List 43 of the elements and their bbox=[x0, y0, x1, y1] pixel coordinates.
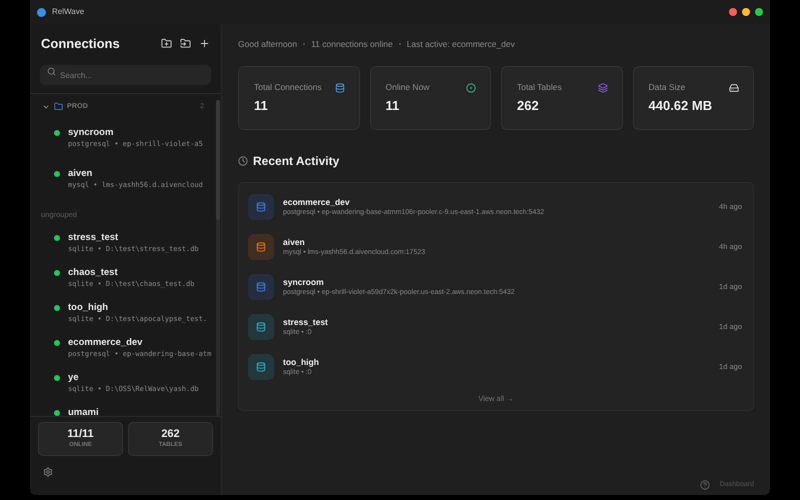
sidebar-title: Connections bbox=[41, 35, 120, 53]
activity-name: syncroom bbox=[283, 276, 325, 288]
connection-name: ye bbox=[68, 371, 80, 384]
app-logo-icon bbox=[37, 8, 46, 16]
card-value: 262 bbox=[517, 96, 540, 115]
connection-name: syncroom bbox=[68, 126, 114, 139]
card-label: Total Connections bbox=[254, 82, 323, 93]
card-label: Data Size bbox=[648, 82, 686, 93]
connection-name: too_high bbox=[68, 301, 110, 314]
maximize-button[interactable] bbox=[755, 8, 763, 16]
stat-value: 11/11 bbox=[67, 428, 94, 441]
header-text: Last active: ecommerce_dev bbox=[406, 38, 515, 51]
connection-name: ecommerce_dev bbox=[68, 336, 144, 350]
new-folder-icon[interactable] bbox=[161, 38, 172, 50]
search-field[interactable]: Search... bbox=[40, 65, 211, 85]
close-button[interactable] bbox=[729, 8, 737, 16]
clock-icon bbox=[238, 156, 248, 166]
help-icon[interactable] bbox=[700, 480, 710, 490]
activity-name: aiven bbox=[283, 236, 306, 248]
card-label: Total Tables bbox=[517, 82, 563, 93]
card-label: Online Now bbox=[386, 82, 430, 93]
connection-name: chaos_test bbox=[68, 266, 119, 280]
connection-name: aiven bbox=[68, 167, 94, 180]
folder-icon bbox=[54, 102, 63, 112]
section-title: Recent Activity bbox=[253, 152, 340, 170]
activity-name: ecommerce_dev bbox=[283, 196, 351, 208]
settings-icon[interactable] bbox=[43, 467, 53, 477]
card-value: 440.62 MB bbox=[648, 96, 714, 115]
add-icon[interactable] bbox=[199, 38, 210, 50]
connection-item[interactable]: umami bbox=[30, 401, 216, 416]
stat-value: 262 bbox=[161, 428, 180, 441]
header-text: 11 connections online bbox=[311, 38, 393, 51]
card-value: 11 bbox=[254, 96, 269, 115]
search-icon bbox=[47, 67, 56, 76]
activity-name: stress_test bbox=[283, 316, 328, 328]
activity-name: too_high bbox=[283, 356, 319, 368]
connection-name: umami bbox=[68, 406, 99, 416]
window-title: RelWave bbox=[52, 6, 84, 18]
connection-name: stress_test bbox=[68, 231, 120, 244]
card-value: 11 bbox=[386, 96, 400, 115]
header-text: Good afternoon bbox=[238, 38, 298, 51]
minimize-button[interactable] bbox=[742, 8, 750, 16]
move-folder-icon[interactable] bbox=[180, 38, 191, 50]
